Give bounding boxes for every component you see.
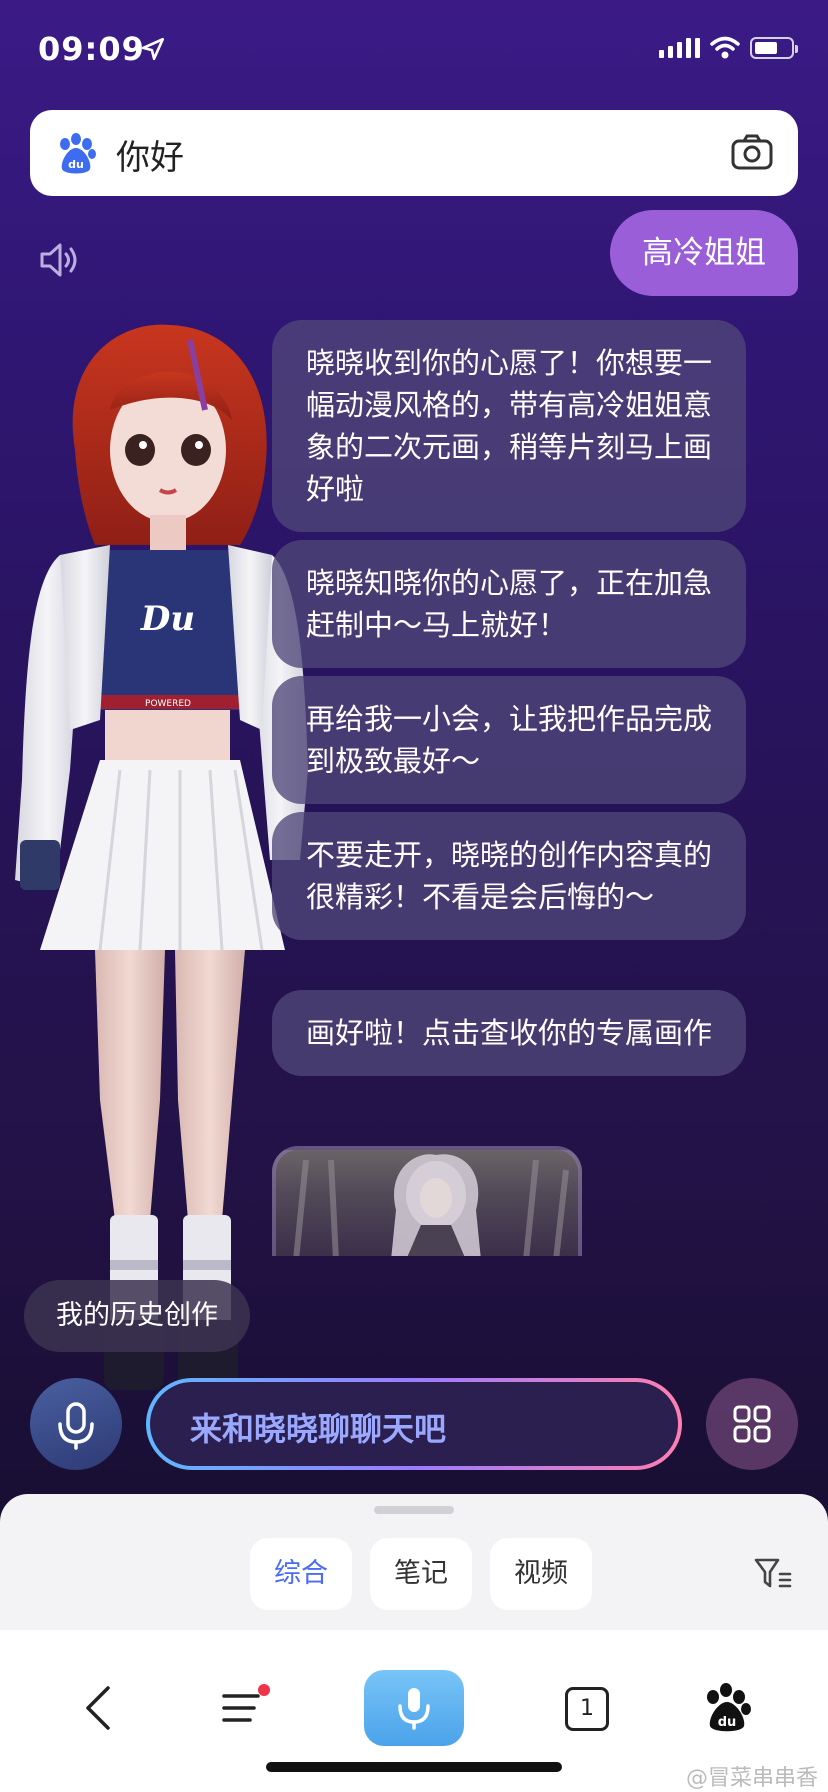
- watermark-text: @冒菜串串香: [685, 1766, 818, 1791]
- tab-comprehensive[interactable]: 综合: [250, 1538, 352, 1610]
- tab-video[interactable]: 视频: [490, 1538, 592, 1610]
- battery-icon: [750, 37, 798, 59]
- status-time: 09:09: [38, 30, 145, 68]
- microphone-icon: [398, 1688, 430, 1730]
- bot-message-5: 画好啦！点击查收你的专属画作: [272, 990, 746, 1076]
- search-query-text[interactable]: 你好: [116, 130, 184, 179]
- shirt-logo-text: Du: [140, 599, 195, 639]
- baidu-paw-icon[interactable]: du: [698, 1678, 758, 1738]
- sheet-grabber[interactable]: [374, 1506, 454, 1514]
- bot-message-4: 不要走开，晓晓的创作内容真的很精彩！不看是会后悔的～: [272, 812, 746, 940]
- menu-icon[interactable]: [214, 1678, 274, 1738]
- generated-artwork-thumbnail[interactable]: [272, 1146, 582, 1256]
- bot-message-3: 再给我一小会，让我把作品完成到极致最好～: [272, 676, 746, 804]
- filter-icon[interactable]: [754, 1556, 792, 1592]
- voice-input-button[interactable]: [30, 1378, 122, 1470]
- tabs-switcher-button[interactable]: 1: [556, 1678, 616, 1738]
- svg-text:du: du: [718, 1715, 737, 1730]
- bot-message-2: 晓晓知晓你的心愿了，正在加急赶制中～马上就好！: [272, 540, 746, 668]
- baidu-paw-logo-icon: du: [60, 133, 96, 174]
- search-bar[interactable]: du 你好: [30, 110, 798, 196]
- bottom-sheet: 综合 笔记 视频 1 du: [0, 1494, 828, 1792]
- history-creations-button[interactable]: 我的历史创作: [24, 1280, 250, 1352]
- wifi-icon: [710, 36, 740, 59]
- back-icon[interactable]: [70, 1678, 130, 1738]
- chat-input-placeholder: 来和晓晓聊聊天吧: [190, 1410, 447, 1448]
- chat-input[interactable]: 来和晓晓聊聊天吧: [146, 1378, 682, 1470]
- speaker-icon[interactable]: [38, 240, 82, 280]
- tab-notes[interactable]: 笔记: [370, 1538, 472, 1610]
- home-indicator: [266, 1762, 562, 1772]
- voice-search-button[interactable]: [364, 1670, 464, 1746]
- user-message-bubble: 高冷姐姐: [610, 210, 798, 296]
- signal-icon: [659, 38, 700, 58]
- artwork-preview-image: [293, 1154, 569, 1256]
- location-arrow-icon: [141, 37, 165, 61]
- more-apps-button[interactable]: [706, 1378, 798, 1470]
- grid-icon: [733, 1405, 771, 1443]
- tab-count: 1: [565, 1687, 609, 1731]
- band-text: POWERED: [145, 699, 191, 709]
- status-indicators: [659, 36, 798, 60]
- svg-text:du: du: [68, 158, 84, 171]
- microphone-icon: [58, 1402, 94, 1450]
- camera-icon[interactable]: [730, 132, 774, 172]
- bot-message-1: 晓晓收到你的心愿了！你想要一幅动漫风格的，带有高冷姐姐意象的二次元画，稍等片刻马…: [272, 320, 746, 532]
